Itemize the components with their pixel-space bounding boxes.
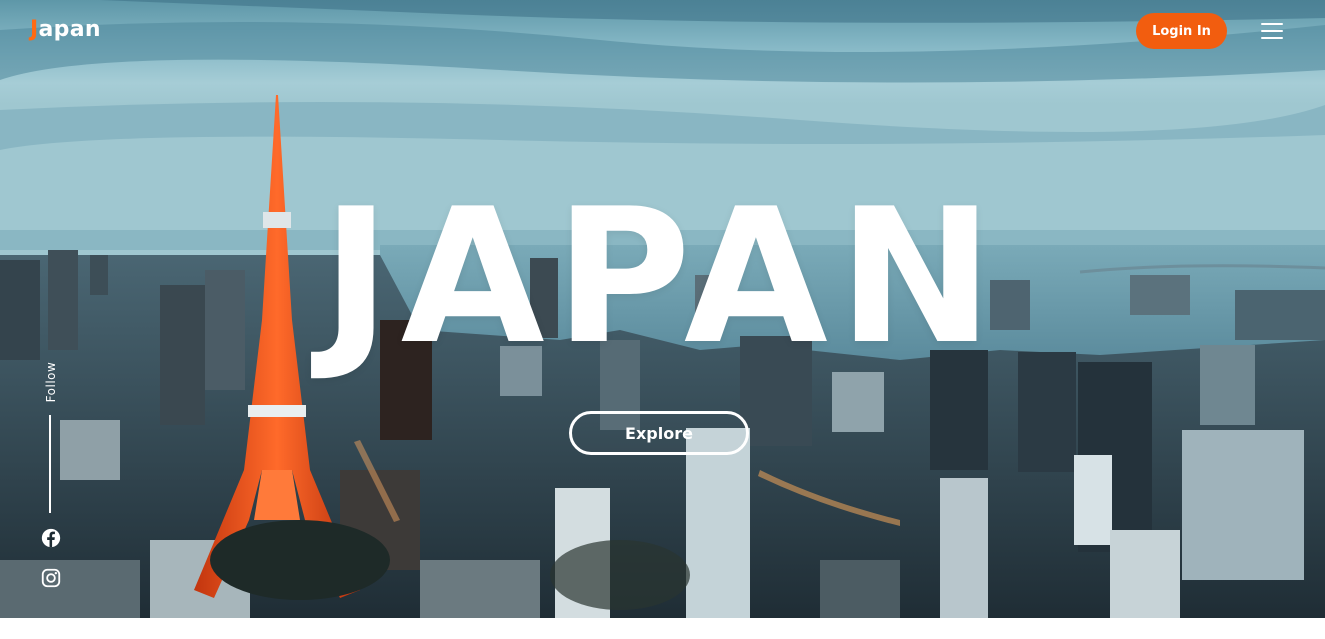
hero-title: JAPAN — [321, 168, 1004, 385]
hamburger-menu-icon[interactable] — [1259, 21, 1285, 41]
logo-letter-accent: J — [30, 17, 39, 42]
follow-label: Follow — [44, 361, 58, 403]
page-bottom-strip — [0, 618, 1325, 639]
menu-bar-bottom — [1261, 37, 1283, 39]
instagram-icon[interactable] — [40, 567, 62, 589]
logo-letters: apan — [38, 17, 101, 42]
facebook-icon[interactable] — [40, 527, 62, 549]
explore-button[interactable]: Explore — [569, 411, 749, 455]
site-logo[interactable]: Japan — [30, 17, 101, 42]
login-button[interactable]: Login In — [1136, 13, 1227, 49]
menu-bar-top — [1261, 23, 1283, 25]
follow-divider-line — [49, 415, 51, 513]
menu-bar-middle — [1261, 30, 1283, 32]
